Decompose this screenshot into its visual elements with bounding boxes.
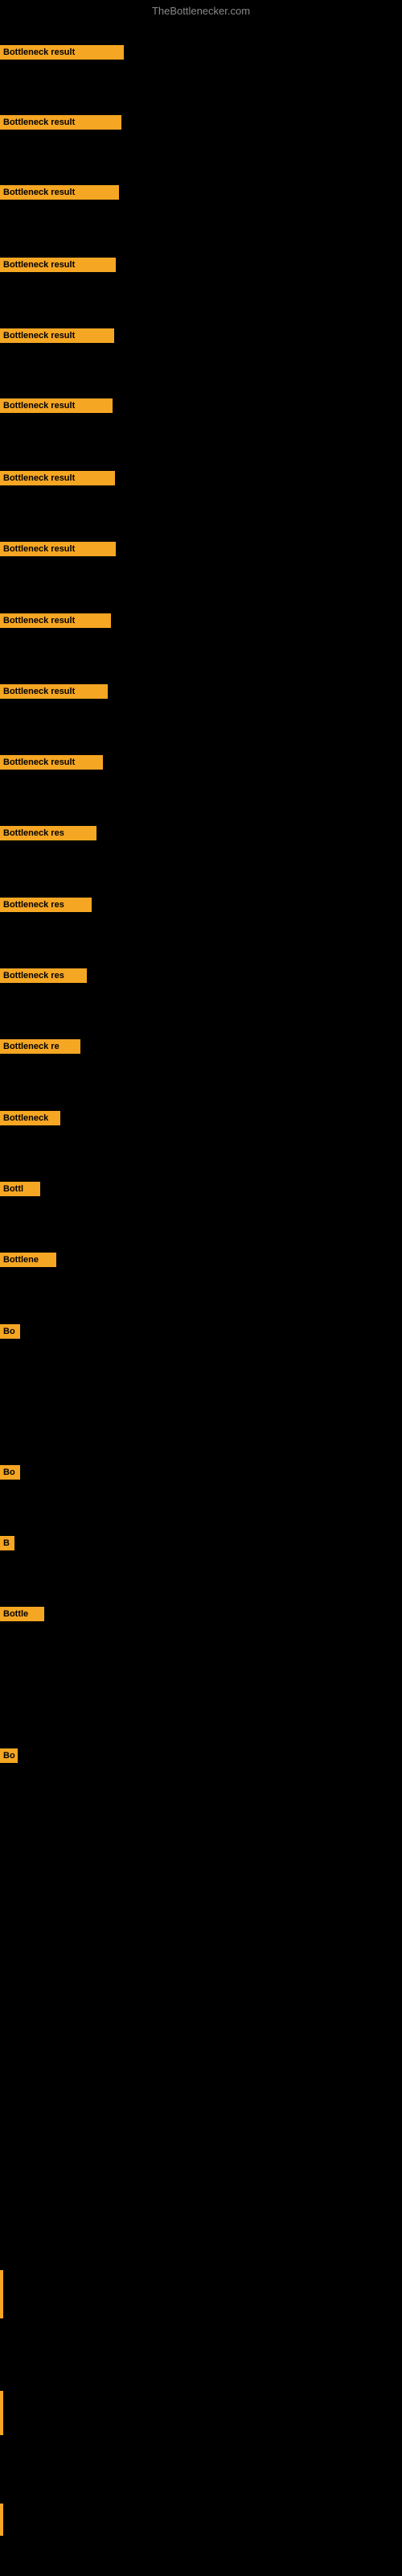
bottleneck-bar-8: Bottleneck result [0,542,116,556]
bottleneck-bar-21: B [0,1536,14,1550]
bottleneck-bar-3: Bottleneck result [0,185,119,200]
bottleneck-bar-2: Bottleneck result [0,115,121,130]
bottleneck-bar-15: Bottleneck re [0,1039,80,1054]
bottleneck-bar-26 [0,2504,3,2536]
bottleneck-bar-25 [0,2391,3,2435]
bottleneck-bar-12: Bottleneck res [0,826,96,840]
bottleneck-bar-1: Bottleneck result [0,45,124,60]
bottleneck-bar-16: Bottleneck [0,1111,60,1125]
bottleneck-bar-24 [0,2270,3,2318]
bottleneck-bar-22: Bottle [0,1607,44,1621]
bottleneck-bar-20: Bo [0,1465,20,1480]
site-title: TheBottlenecker.com [0,2,402,20]
bottleneck-bar-18: Bottlene [0,1253,56,1267]
bottleneck-bar-4: Bottleneck result [0,258,116,272]
bottleneck-bar-19: Bo [0,1324,20,1339]
bottleneck-bar-5: Bottleneck result [0,328,114,343]
bottleneck-bar-23: Bo [0,1748,18,1763]
bottleneck-bar-14: Bottleneck res [0,968,87,983]
bottleneck-bar-7: Bottleneck result [0,471,115,485]
bottleneck-bar-6: Bottleneck result [0,398,113,413]
bottleneck-bar-10: Bottleneck result [0,684,108,699]
bottleneck-bar-11: Bottleneck result [0,755,103,770]
bottleneck-bar-13: Bottleneck res [0,898,92,912]
bottleneck-bar-9: Bottleneck result [0,613,111,628]
bottleneck-bar-17: Bottl [0,1182,40,1196]
